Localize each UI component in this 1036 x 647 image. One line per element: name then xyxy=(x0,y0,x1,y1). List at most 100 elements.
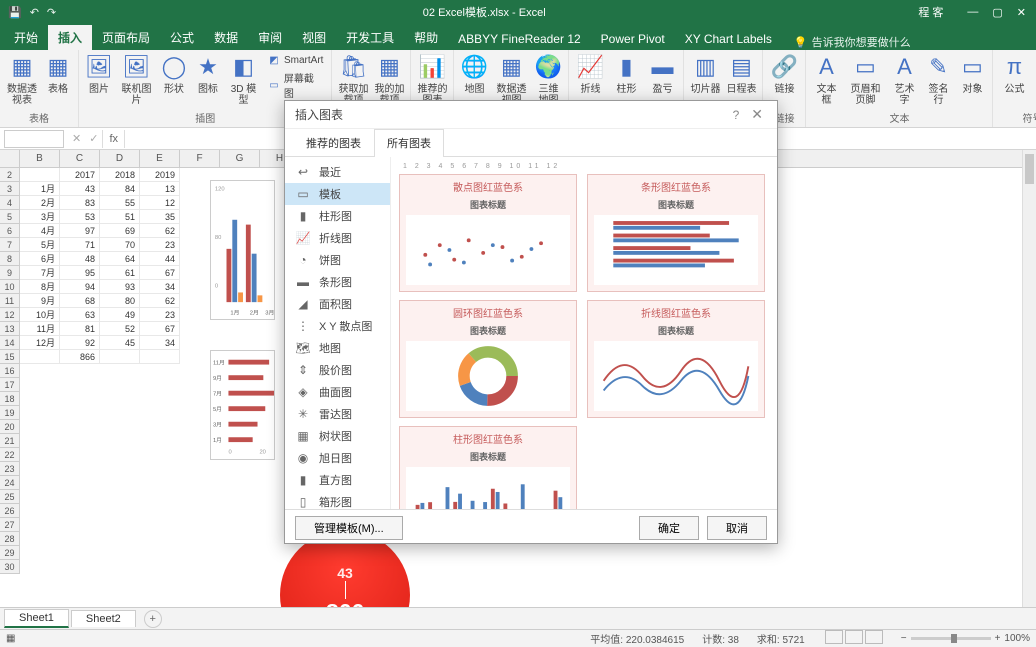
cell[interactable]: 69 xyxy=(100,224,140,238)
chart-category-曲面图[interactable]: ◈曲面图 xyxy=(285,381,390,403)
row-header[interactable]: 10 xyxy=(0,280,19,294)
tab-开始[interactable]: 开始 xyxy=(4,25,48,50)
cell[interactable]: 94 xyxy=(60,280,100,294)
cell[interactable]: 12 xyxy=(140,196,180,210)
qa-save-icon[interactable]: 💾 xyxy=(8,6,22,19)
dialog-tab[interactable]: 所有图表 xyxy=(374,129,444,157)
cell[interactable]: 13 xyxy=(140,182,180,196)
cell[interactable]: 44 xyxy=(140,252,180,266)
row-header[interactable]: 18 xyxy=(0,392,19,406)
maximize-icon[interactable]: ▢ xyxy=(992,6,1002,19)
row-header[interactable]: 7 xyxy=(0,238,19,252)
cell[interactable]: 81 xyxy=(60,322,100,336)
template-thumb-column[interactable]: 柱形图红蓝色系图表标题 xyxy=(399,426,577,509)
embedded-chart-2[interactable]: 11月 9月 7月 5月 3月 1月 020 xyxy=(210,350,275,460)
chart-category-模板[interactable]: ▭模板 xyxy=(285,183,390,205)
ribbon-图片[interactable]: 🖼图片 xyxy=(85,52,113,95)
fx-button[interactable]: fx xyxy=(102,130,125,148)
zoom-level[interactable]: 100% xyxy=(1004,633,1030,644)
ribbon-屏幕截图[interactable]: ▭屏幕截图 xyxy=(265,69,325,101)
row-header[interactable]: 11 xyxy=(0,294,19,308)
chart-category-柱形图[interactable]: ▮柱形图 xyxy=(285,205,390,227)
cell[interactable]: 84 xyxy=(100,182,140,196)
ribbon-形状[interactable]: ◯形状 xyxy=(160,52,188,95)
chart-category-折线图[interactable]: 📈折线图 xyxy=(285,227,390,249)
cell[interactable]: 63 xyxy=(60,308,100,322)
template-thumb-bar[interactable]: 条形图红蓝色系图表标题 xyxy=(587,174,765,292)
zoom-out-icon[interactable]: − xyxy=(901,633,907,644)
row-header[interactable]: 6 xyxy=(0,224,19,238)
cell[interactable]: 34 xyxy=(140,336,180,350)
cell[interactable]: 92 xyxy=(60,336,100,350)
col-header[interactable]: E xyxy=(140,150,180,167)
view-buttons[interactable] xyxy=(823,630,883,647)
tab-数据[interactable]: 数据 xyxy=(204,25,248,50)
ribbon-切片器[interactable]: ▥切片器 xyxy=(690,52,720,95)
ribbon-获取加载项[interactable]: 🛍获取加载项 xyxy=(338,52,368,106)
cell[interactable]: 45 xyxy=(100,336,140,350)
cell[interactable]: 43 xyxy=(60,182,100,196)
cell[interactable]: 2019 xyxy=(140,168,180,182)
cell[interactable]: 67 xyxy=(140,322,180,336)
cell[interactable]: 70 xyxy=(100,238,140,252)
col-header[interactable]: F xyxy=(180,150,220,167)
cell[interactable]: 1月 xyxy=(20,182,60,196)
minimize-icon[interactable]: — xyxy=(967,6,978,19)
template-thumb-scatter[interactable]: 散点图红蓝色系图表标题 xyxy=(399,174,577,292)
tab-插入[interactable]: 插入 xyxy=(48,25,92,50)
row-header[interactable]: 28 xyxy=(0,532,19,546)
ribbon-公式[interactable]: π公式 xyxy=(999,52,1029,95)
cell[interactable]: 7月 xyxy=(20,266,60,280)
fx-cancel-icon[interactable]: ✕ xyxy=(68,132,85,145)
cell[interactable]: 64 xyxy=(100,252,140,266)
fx-confirm-icon[interactable]: ✓ xyxy=(85,132,102,145)
ribbon-文本框[interactable]: A文本框 xyxy=(812,52,840,106)
row-header[interactable]: 4 xyxy=(0,196,19,210)
cells[interactable]: 2017201820191月4384132月8355123月5351354月97… xyxy=(20,168,180,364)
cell[interactable]: 67 xyxy=(140,266,180,280)
col-header[interactable]: C xyxy=(60,150,100,167)
ribbon-联机图片[interactable]: 🖼联机图片 xyxy=(119,52,154,106)
row-header[interactable]: 27 xyxy=(0,518,19,532)
ribbon-数据透视图[interactable]: ▦数据透视图 xyxy=(494,52,528,106)
cell[interactable]: 52 xyxy=(100,322,140,336)
cell[interactable]: 61 xyxy=(100,266,140,280)
cell[interactable]: 49 xyxy=(100,308,140,322)
tab-XY Chart Labels[interactable]: XY Chart Labels xyxy=(675,28,782,50)
ribbon-艺术字[interactable]: A艺术字 xyxy=(890,52,918,106)
ribbon-3D 模型[interactable]: ◧3D 模型 xyxy=(228,52,259,106)
row-header[interactable]: 12 xyxy=(0,308,19,322)
cell[interactable] xyxy=(140,350,180,364)
ribbon-页眉和页脚[interactable]: ▭页眉和页脚 xyxy=(846,52,884,106)
ribbon-签名行[interactable]: ✎签名行 xyxy=(924,52,952,106)
row-header[interactable]: 9 xyxy=(0,266,19,280)
cell[interactable]: 4月 xyxy=(20,224,60,238)
cell[interactable]: 2017 xyxy=(60,168,100,182)
dialog-close-icon[interactable]: ✕ xyxy=(747,106,767,123)
name-box[interactable] xyxy=(4,130,64,148)
qa-undo-icon[interactable]: ↶ xyxy=(30,6,39,19)
row-header[interactable]: 15 xyxy=(0,350,19,364)
tab-审阅[interactable]: 审阅 xyxy=(248,25,292,50)
chart-category-旭日图[interactable]: ◉旭日图 xyxy=(285,447,390,469)
row-header[interactable]: 30 xyxy=(0,560,19,574)
ribbon-折线[interactable]: 📈折线 xyxy=(575,52,605,95)
template-thumb-line[interactable]: 折线图红蓝色系图表标题 xyxy=(587,300,765,418)
row-header[interactable]: 25 xyxy=(0,490,19,504)
row-header[interactable]: 24 xyxy=(0,476,19,490)
tab-Power Pivot[interactable]: Power Pivot xyxy=(591,28,675,50)
cell[interactable]: 71 xyxy=(60,238,100,252)
row-header[interactable]: 29 xyxy=(0,546,19,560)
cell[interactable]: 93 xyxy=(100,280,140,294)
cell[interactable]: 97 xyxy=(60,224,100,238)
cell[interactable]: 53 xyxy=(60,210,100,224)
ribbon-地图[interactable]: 🌐地图 xyxy=(460,52,488,95)
chart-category-雷达图[interactable]: ✳雷达图 xyxy=(285,403,390,425)
ribbon-推荐的图表[interactable]: 📊推荐的图表 xyxy=(417,52,447,106)
chart-category-饼图[interactable]: ◔饼图 xyxy=(285,249,390,271)
select-all-triangle[interactable] xyxy=(0,150,20,168)
cell[interactable]: 55 xyxy=(100,196,140,210)
tab-公式[interactable]: 公式 xyxy=(160,25,204,50)
chart-category-X Y 散点图[interactable]: ⋮X Y 散点图 xyxy=(285,315,390,337)
ribbon-SmartArt[interactable]: ◩SmartArt xyxy=(265,52,325,68)
